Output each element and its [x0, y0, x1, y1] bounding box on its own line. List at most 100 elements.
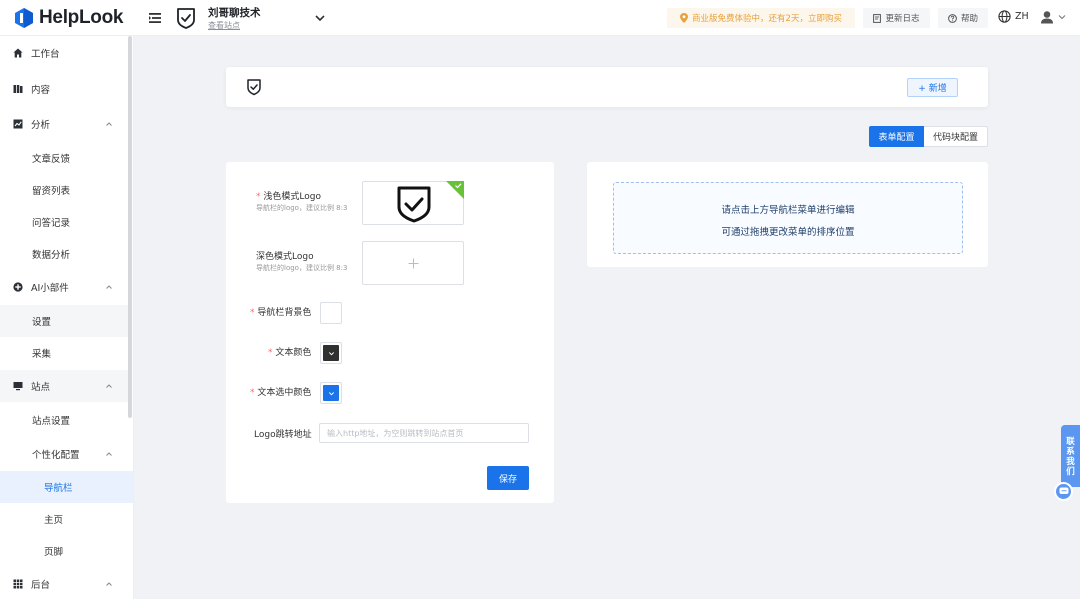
home-icon: [13, 48, 23, 58]
sidebar-item-leads[interactable]: 留资列表: [0, 174, 130, 206]
site-name: 刘哥聊技术: [208, 7, 261, 19]
dark-logo-label: 深色模式Logo: [256, 252, 314, 262]
sidebar-item-label: 个性化配置: [32, 450, 80, 461]
sidebar-item-label: 站点: [31, 382, 51, 393]
changelog-button[interactable]: 更新日志: [863, 8, 930, 28]
required-mark: *: [268, 348, 273, 358]
help-button[interactable]: 帮助: [938, 8, 988, 28]
sidebar-item-label: 工作台: [31, 49, 60, 60]
monitor-icon: [13, 382, 23, 391]
chat-bubble-button[interactable]: [1054, 482, 1073, 501]
selected-color-picker[interactable]: [320, 382, 342, 404]
plus-circle-icon: [13, 282, 23, 292]
nav-config-form: * 浅色模式Logo 导航栏的logo，建议比例 8:3 深色模式Logo 导航…: [226, 162, 554, 503]
sidebar-item-ai-settings[interactable]: 设置: [0, 305, 130, 337]
tab-form-config[interactable]: 表单配置: [869, 126, 924, 147]
sidebar-item-footer[interactable]: 页脚: [0, 535, 130, 567]
plus-icon: [408, 258, 419, 269]
sidebar-item-label: 站点设置: [32, 416, 71, 427]
top-bar: HelpLook 刘哥聊技术 查看站点 商业版免费体验中，还有2天，立即购买 更…: [0, 0, 1080, 36]
sidebar-item-article-feedback[interactable]: 文章反馈: [0, 142, 130, 174]
sidebar-item-label: 导航栏: [44, 483, 73, 494]
selected-color-fill: [323, 385, 339, 401]
sidebar-item-label: 主页: [44, 515, 64, 526]
hint-line-2: 可通过拖拽更改菜单的排序位置: [721, 227, 855, 238]
sidebar-item-homepage[interactable]: 主页: [0, 503, 130, 535]
sidebar-item-navbar[interactable]: 导航栏: [0, 471, 133, 503]
text-color-label: * 文本颜色: [268, 345, 311, 358]
sidebar-item-label: 分析: [31, 120, 51, 131]
grid-icon: [13, 579, 23, 589]
light-logo-image: [397, 186, 431, 223]
sidebar: 工作台 内容 分析 文章反馈 留资列表 问答记录 数据分析 AI小部件 设置 采…: [0, 36, 134, 599]
help-label: 帮助: [960, 14, 978, 24]
text-color-fill: [323, 345, 339, 361]
sidebar-item-label: 留资列表: [32, 186, 71, 197]
required-mark: *: [256, 192, 261, 202]
chevron-down-icon[interactable]: [314, 12, 326, 24]
text-color-picker[interactable]: [320, 342, 342, 364]
site-shield-icon: [177, 8, 195, 29]
sidebar-item-label: 后台: [31, 580, 51, 591]
light-logo-label-text: 浅色模式Logo: [263, 192, 321, 202]
chevron-up-icon: [106, 582, 112, 586]
helplook-logo-icon: [15, 8, 33, 28]
sidebar-item-qa-records[interactable]: 问答记录: [0, 206, 130, 238]
sidebar-item-label: 文章反馈: [32, 154, 71, 165]
logo-url-input[interactable]: [319, 423, 529, 443]
sidebar-item-site[interactable]: 站点: [0, 370, 130, 402]
dark-logo-hint: 导航栏的logo，建议比例 8:3: [256, 264, 348, 272]
required-mark: *: [250, 388, 255, 398]
sidebar-item-workbench[interactable]: 工作台: [0, 37, 130, 69]
sidebar-item-label: 采集: [32, 349, 52, 360]
light-logo-hint: 导航栏的logo，建议比例 8:3: [256, 204, 348, 212]
chevron-up-icon: [106, 285, 112, 289]
book-icon: [13, 85, 23, 93]
chevron-down-icon: [328, 391, 334, 395]
bg-color-label: * 导航栏背景色: [250, 305, 311, 318]
nav-logo-preview-icon: [247, 79, 261, 96]
promo-text: 商业版免费体验中，还有2天，立即购买: [692, 14, 842, 24]
selected-color-label-text: 文本选中颜色: [257, 388, 312, 398]
language-switcher[interactable]: ZH: [998, 10, 1029, 23]
sidebar-item-content[interactable]: 内容: [0, 73, 130, 105]
contact-us-label: 联系我们: [1066, 437, 1075, 477]
menu-editor-panel: 请点击上方导航栏菜单进行编辑 可通过拖拽更改菜单的排序位置: [587, 162, 988, 267]
menu-collapse-icon[interactable]: [148, 11, 162, 25]
sidebar-item-label: 内容: [31, 85, 51, 96]
sidebar-item-personalization[interactable]: 个性化配置: [0, 438, 130, 470]
changelog-label: 更新日志: [885, 14, 920, 24]
hint-line-1: 请点击上方导航栏菜单进行编辑: [721, 205, 855, 216]
nav-menu-bar-card: + 新增: [226, 67, 988, 107]
required-mark: *: [250, 308, 255, 318]
sidebar-item-label: 页脚: [44, 547, 64, 558]
sidebar-item-backend[interactable]: 后台: [0, 568, 130, 599]
tab-code-config[interactable]: 代码块配置: [924, 126, 988, 147]
sidebar-item-ai-widget[interactable]: AI小部件: [0, 271, 130, 303]
helplook-logo[interactable]: HelpLook: [14, 6, 123, 30]
sidebar-item-data-analysis[interactable]: 数据分析: [0, 238, 130, 270]
question-icon: [948, 13, 957, 23]
light-logo-upload[interactable]: [362, 181, 464, 225]
contact-us-tab[interactable]: 联系我们: [1061, 425, 1080, 487]
save-button[interactable]: 保存: [487, 466, 529, 490]
add-menu-button[interactable]: + 新增: [907, 78, 958, 97]
language-label: ZH: [1015, 11, 1029, 22]
view-site-link[interactable]: 查看站点: [208, 20, 240, 31]
trial-promo-button[interactable]: 商业版免费体验中，还有2天，立即购买: [667, 8, 855, 28]
bg-color-picker[interactable]: [320, 302, 342, 324]
user-menu[interactable]: [1040, 10, 1067, 24]
sidebar-item-site-settings[interactable]: 站点设置: [0, 404, 130, 436]
sidebar-item-collect[interactable]: 采集: [0, 337, 130, 369]
chevron-down-icon: [328, 351, 334, 355]
chart-icon: [13, 119, 23, 129]
sidebar-scrollbar[interactable]: [128, 36, 132, 418]
logo-url-label: Logo跳转地址: [254, 430, 312, 440]
sidebar-item-analytics[interactable]: 分析: [0, 108, 130, 140]
chevron-up-icon: [106, 122, 112, 126]
chevron-up-icon: [106, 452, 112, 456]
document-icon: [873, 13, 882, 23]
sidebar-item-label: AI小部件: [31, 283, 69, 294]
chevron-down-icon: [1058, 15, 1066, 20]
dark-logo-upload[interactable]: [362, 241, 464, 285]
